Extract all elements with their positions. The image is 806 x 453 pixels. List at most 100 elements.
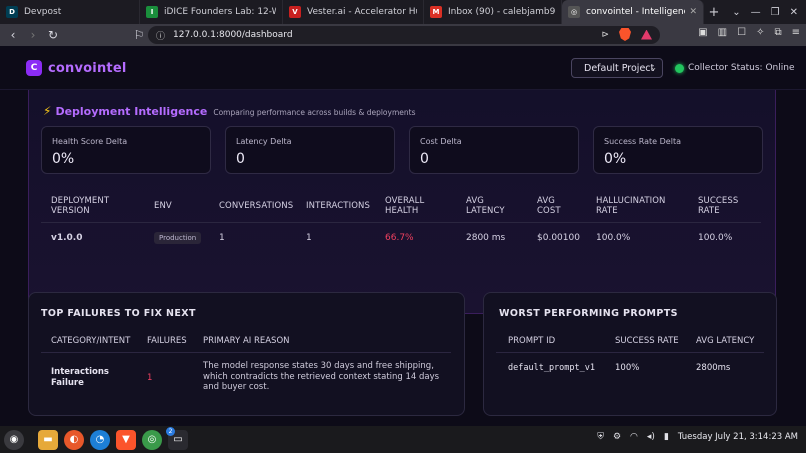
metric-success-rate-delta: Success Rate Delta 0% bbox=[593, 126, 763, 174]
brave-rewards-icon[interactable] bbox=[641, 29, 652, 40]
failure-count: 1 bbox=[147, 373, 153, 383]
reader-icon[interactable]: ☐ bbox=[737, 27, 746, 38]
metric-label: Health Score Delta bbox=[52, 137, 128, 146]
metric-cost-delta: Cost Delta 0 bbox=[409, 126, 579, 174]
cell-success: 100.0% bbox=[698, 233, 733, 243]
divider bbox=[496, 352, 764, 353]
minimize-icon[interactable]: — bbox=[751, 7, 761, 18]
col-prompt-id: PROMPT ID bbox=[508, 336, 556, 346]
tab-devpost[interactable]: D Devpost bbox=[0, 0, 140, 24]
reload-icon[interactable]: ↻ bbox=[44, 26, 62, 44]
site-info-icon[interactable]: ⓘ bbox=[156, 29, 165, 42]
col-hallucination-rate: HALLUCINATION RATE bbox=[596, 196, 666, 216]
col-avg-latency: AVG LATENCY bbox=[696, 336, 755, 346]
col-success-rate: SUCCESS RATE bbox=[698, 196, 739, 216]
menu-icon[interactable]: ≡ bbox=[792, 27, 800, 38]
dashboard-app: C convointel Default Project ⌄ Collector… bbox=[0, 46, 806, 426]
tab-label: Vester.ai - Accelerator Hub bbox=[307, 7, 417, 17]
col-primary-reason: PRIMARY AI REASON bbox=[203, 336, 290, 346]
tab-label: convointel - Intelligence Lay bbox=[586, 7, 685, 17]
bookmark-icon[interactable]: ⚐ bbox=[130, 26, 148, 44]
collector-status: Collector Status: Online bbox=[675, 63, 794, 73]
browser-toolbar: ‹ › ↻ ⚐ ⓘ 127.0.0.1:8000/dashboard ⊳ ▣ ▥… bbox=[0, 24, 806, 46]
clock[interactable]: Tuesday July 21, 3:14:23 AM bbox=[678, 432, 798, 442]
metric-value: 0% bbox=[604, 151, 627, 167]
tab-label: iDICE Founders Lab: 12-Week St bbox=[164, 7, 276, 17]
collector-status-text: Collector Status: Online bbox=[688, 63, 795, 73]
firefox-icon[interactable]: ◐ bbox=[64, 429, 84, 450]
volume-icon[interactable]: ◂) bbox=[647, 432, 655, 442]
col-conversations: CONVERSATIONS bbox=[219, 201, 294, 211]
brave-shield-icon[interactable] bbox=[619, 28, 631, 41]
shield-icon[interactable]: ⛨ bbox=[597, 432, 604, 442]
metric-value: 0 bbox=[236, 151, 245, 167]
col-overall-health: OVERALL HEALTH bbox=[385, 196, 425, 216]
extensions-icon[interactable]: ⧉ bbox=[774, 27, 781, 38]
edge-icon[interactable]: ◔ bbox=[90, 429, 110, 450]
gmail-favicon-icon: M bbox=[430, 6, 442, 18]
os-taskbar: ◉ ▬ ◐ ◔ ▼ ◎ ▭ 2 ⛨ ⚙ ◠ ◂) ▮ Tuesday July 2… bbox=[0, 426, 806, 453]
badge-count: 2 bbox=[166, 426, 175, 436]
tab-label: Devpost bbox=[24, 7, 62, 17]
start-menu-icon[interactable]: ◉ bbox=[4, 429, 24, 450]
wifi-icon[interactable]: ◠ bbox=[630, 432, 638, 442]
col-env: ENV bbox=[154, 201, 172, 211]
globe-icon: ◎ bbox=[568, 6, 580, 18]
brand-name: convointel bbox=[48, 61, 127, 76]
cell-hallucination: 100.0% bbox=[596, 233, 631, 243]
col-success-rate: SUCCESS RATE bbox=[615, 336, 679, 346]
deployment-title: ⚡ Deployment Intelligence Comparing perf… bbox=[43, 104, 415, 118]
tab-label: Inbox (90) - calebjamb900@gma bbox=[448, 7, 555, 17]
metric-label: Latency Delta bbox=[236, 137, 292, 146]
tab-idice[interactable]: I iDICE Founders Lab: 12-Week St bbox=[140, 0, 283, 24]
sidebar-icon[interactable]: ▥ bbox=[718, 27, 727, 38]
settings-icon[interactable]: ⚙ bbox=[613, 432, 621, 442]
cell-conversations: 1 bbox=[219, 233, 225, 243]
back-icon[interactable]: ‹ bbox=[4, 26, 22, 44]
col-failures: FAILURES bbox=[147, 336, 187, 346]
battery-icon[interactable]: ▮ bbox=[664, 432, 669, 442]
metric-value: 0 bbox=[420, 151, 429, 167]
close-window-icon[interactable]: ✕ bbox=[790, 7, 798, 18]
share-icon[interactable]: ⊳ bbox=[601, 30, 609, 40]
forward-icon[interactable]: › bbox=[24, 26, 42, 44]
cell-latency: 2800 ms bbox=[466, 233, 506, 243]
project-select[interactable]: Default Project ⌄ bbox=[571, 58, 663, 78]
metric-value: 0% bbox=[52, 151, 75, 167]
vester-favicon-icon: V bbox=[289, 6, 301, 18]
prompt-latency: 2800ms bbox=[696, 363, 731, 373]
col-deployment-version: DEPLOYMENT VERSION bbox=[51, 196, 110, 216]
maximize-icon[interactable]: ❐ bbox=[771, 7, 780, 18]
failure-category: Interactions Failure bbox=[51, 367, 109, 388]
address-bar[interactable]: ⓘ 127.0.0.1:8000/dashboard ⊳ bbox=[148, 26, 660, 44]
terminal-icon[interactable]: ▭ 2 bbox=[166, 426, 188, 450]
leo-ai-icon[interactable]: ✧ bbox=[756, 27, 764, 38]
prompts-title: WORST PERFORMING PROMPTS bbox=[499, 308, 678, 319]
metric-health-score-delta: Health Score Delta 0% bbox=[41, 126, 211, 174]
brave-icon[interactable]: ▼ bbox=[116, 429, 136, 450]
chevron-down-icon[interactable]: ⌄ bbox=[732, 7, 740, 18]
failure-reason: The model response states 30 days and fr… bbox=[203, 361, 440, 392]
cell-interactions: 1 bbox=[306, 233, 312, 243]
chevron-down-icon: ⌄ bbox=[650, 63, 657, 72]
status-online-icon bbox=[675, 63, 684, 73]
idice-favicon-icon: I bbox=[146, 6, 158, 18]
tab-gmail[interactable]: M Inbox (90) - calebjamb900@gma bbox=[424, 0, 562, 24]
close-icon[interactable]: ✕ bbox=[689, 7, 697, 17]
failures-title: TOP FAILURES TO FIX NEXT bbox=[41, 308, 196, 319]
deployment-intelligence-card: ⚡ Deployment Intelligence Comparing perf… bbox=[28, 90, 776, 314]
col-interactions: INTERACTIONS bbox=[306, 201, 370, 211]
devpost-favicon-icon: D bbox=[6, 6, 18, 18]
files-icon[interactable]: ▬ bbox=[38, 429, 58, 450]
cell-cost: $0.00100 bbox=[537, 233, 580, 243]
new-tab-button[interactable]: + bbox=[704, 0, 724, 24]
tab-vester[interactable]: V Vester.ai - Accelerator Hub bbox=[283, 0, 424, 24]
top-failures-card: TOP FAILURES TO FIX NEXT CATEGORY/INTENT… bbox=[28, 292, 465, 416]
chrome-icon[interactable]: ◎ bbox=[142, 429, 162, 450]
deployment-title-text: Deployment Intelligence bbox=[55, 105, 208, 118]
col-category: CATEGORY/INTENT bbox=[51, 336, 131, 346]
toolbar-right-icons: ▣ ▥ ☐ ✧ ⧉ ≡ bbox=[698, 27, 800, 38]
lightning-icon: ⚡ bbox=[43, 104, 52, 118]
wallet-icon[interactable]: ▣ bbox=[698, 27, 707, 38]
tab-convointel[interactable]: ◎ convointel - Intelligence Lay ✕ bbox=[562, 0, 704, 24]
